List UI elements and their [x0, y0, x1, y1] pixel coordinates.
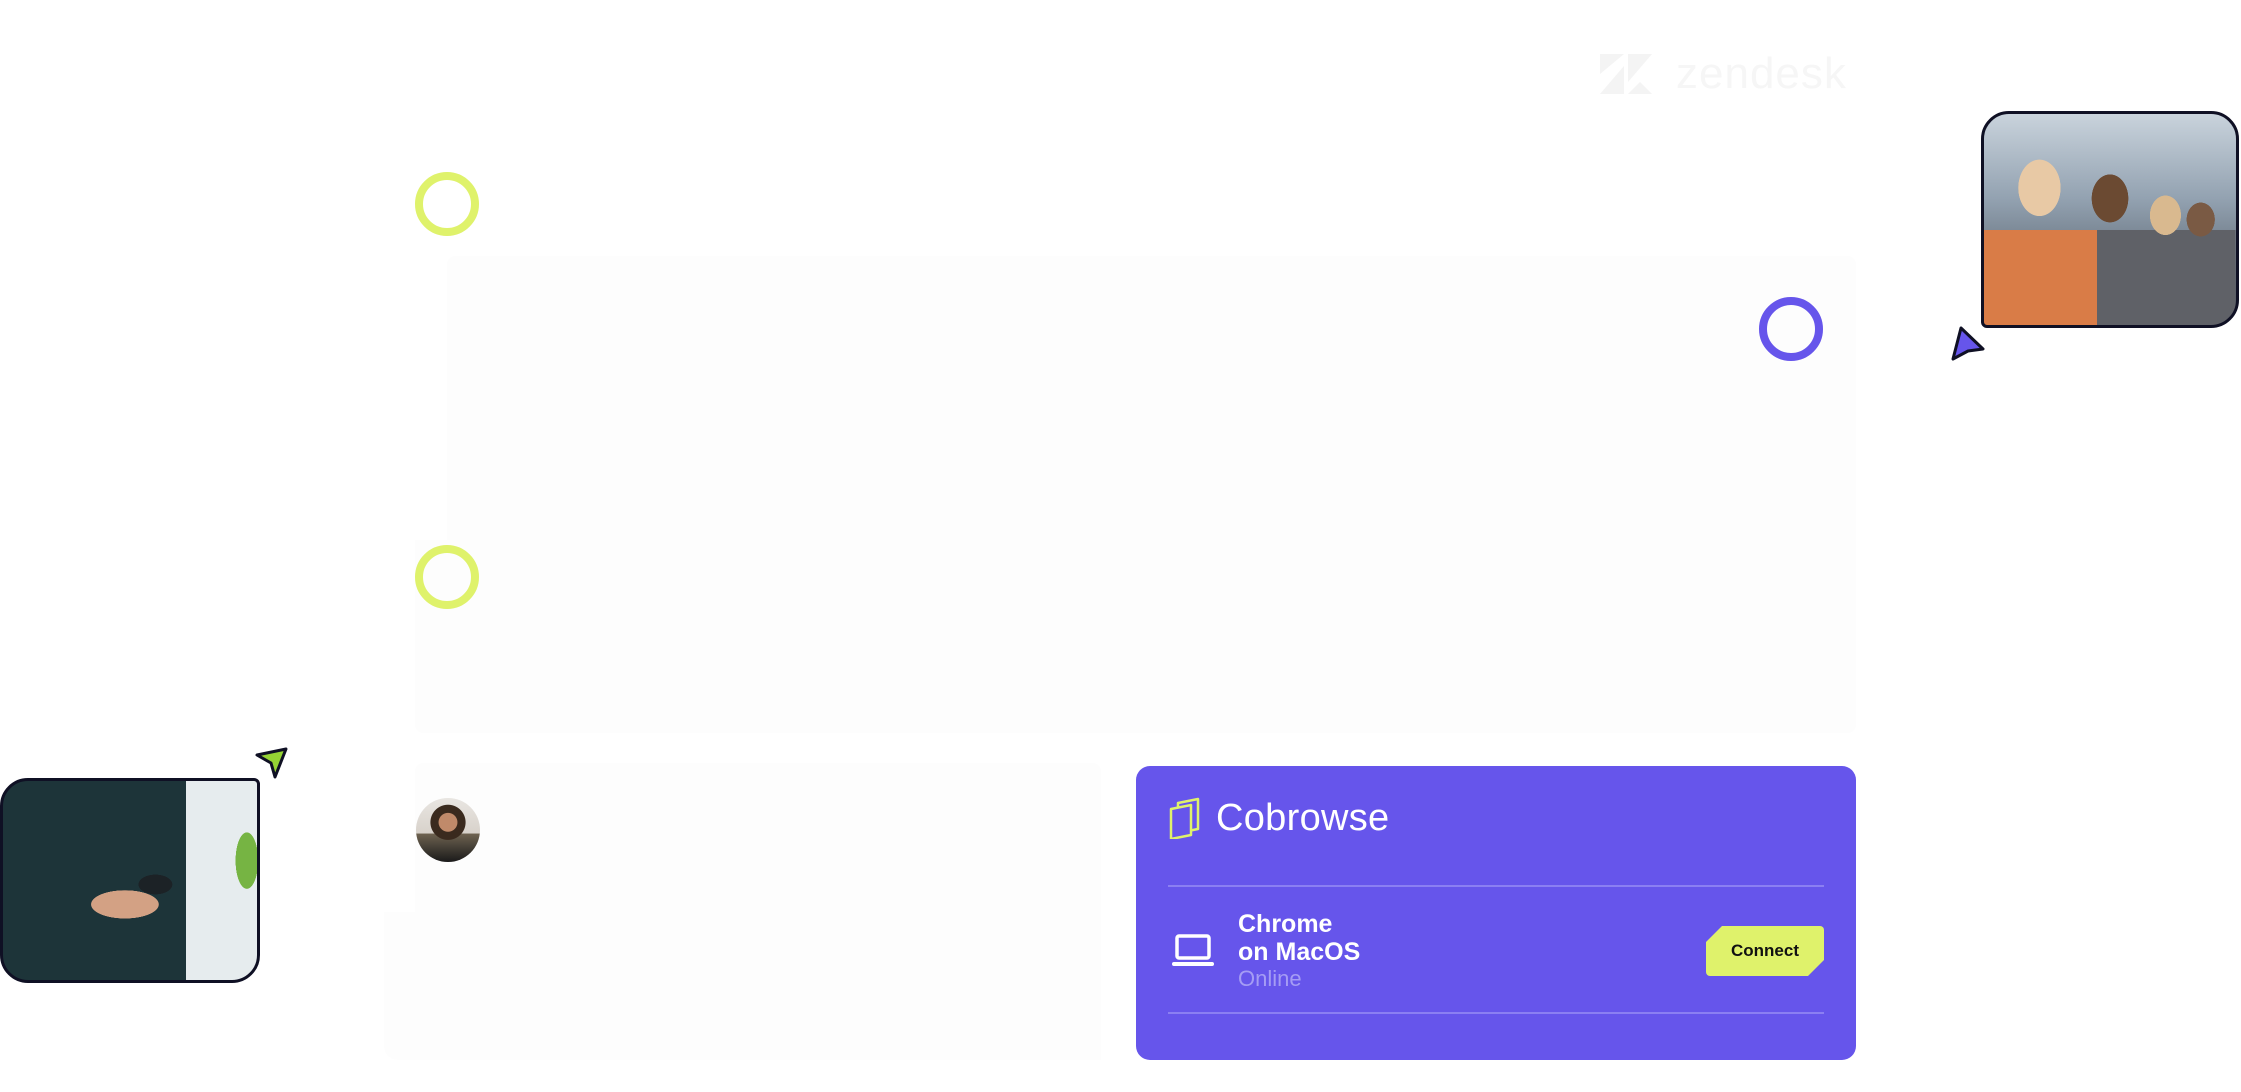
- green-ring-icon: [415, 172, 479, 236]
- device-row: Chrome on MacOS Online Connect: [1168, 906, 1824, 996]
- purple-ring-icon: [1759, 297, 1823, 361]
- background-panel-lower: [415, 540, 1856, 733]
- zendesk-logo: zendesk: [1600, 52, 1847, 96]
- cobrowse-title: Cobrowse: [1216, 797, 1390, 839]
- green-ring-icon: [415, 545, 479, 609]
- device-name: Chrome on MacOS: [1238, 910, 1361, 966]
- laptop-icon: [1172, 934, 1214, 966]
- divider: [1168, 885, 1824, 887]
- zendesk-logo-text: zendesk: [1676, 49, 1847, 98]
- customer-avatar: [416, 798, 480, 862]
- cobrowse-panel: Cobrowse Chrome on MacOS Online Connect: [1136, 766, 1856, 1060]
- green-cursor-icon: [255, 747, 288, 779]
- chat-panel-lower: [384, 912, 1101, 1060]
- person-using-phone-photo: [0, 778, 260, 983]
- cobrowse-logo-icon: [1169, 797, 1200, 839]
- divider: [1168, 1012, 1824, 1014]
- device-info: Chrome on MacOS Online: [1238, 910, 1360, 992]
- connect-button[interactable]: Connect: [1706, 926, 1824, 976]
- call-center-agents-photo: [1981, 111, 2239, 328]
- zendesk-logo-icon: [1600, 54, 1652, 94]
- purple-cursor-icon: [1951, 326, 1985, 361]
- cobrowse-header: Cobrowse: [1168, 796, 1389, 840]
- device-status: Online: [1238, 966, 1302, 991]
- chat-panel: [415, 763, 1101, 913]
